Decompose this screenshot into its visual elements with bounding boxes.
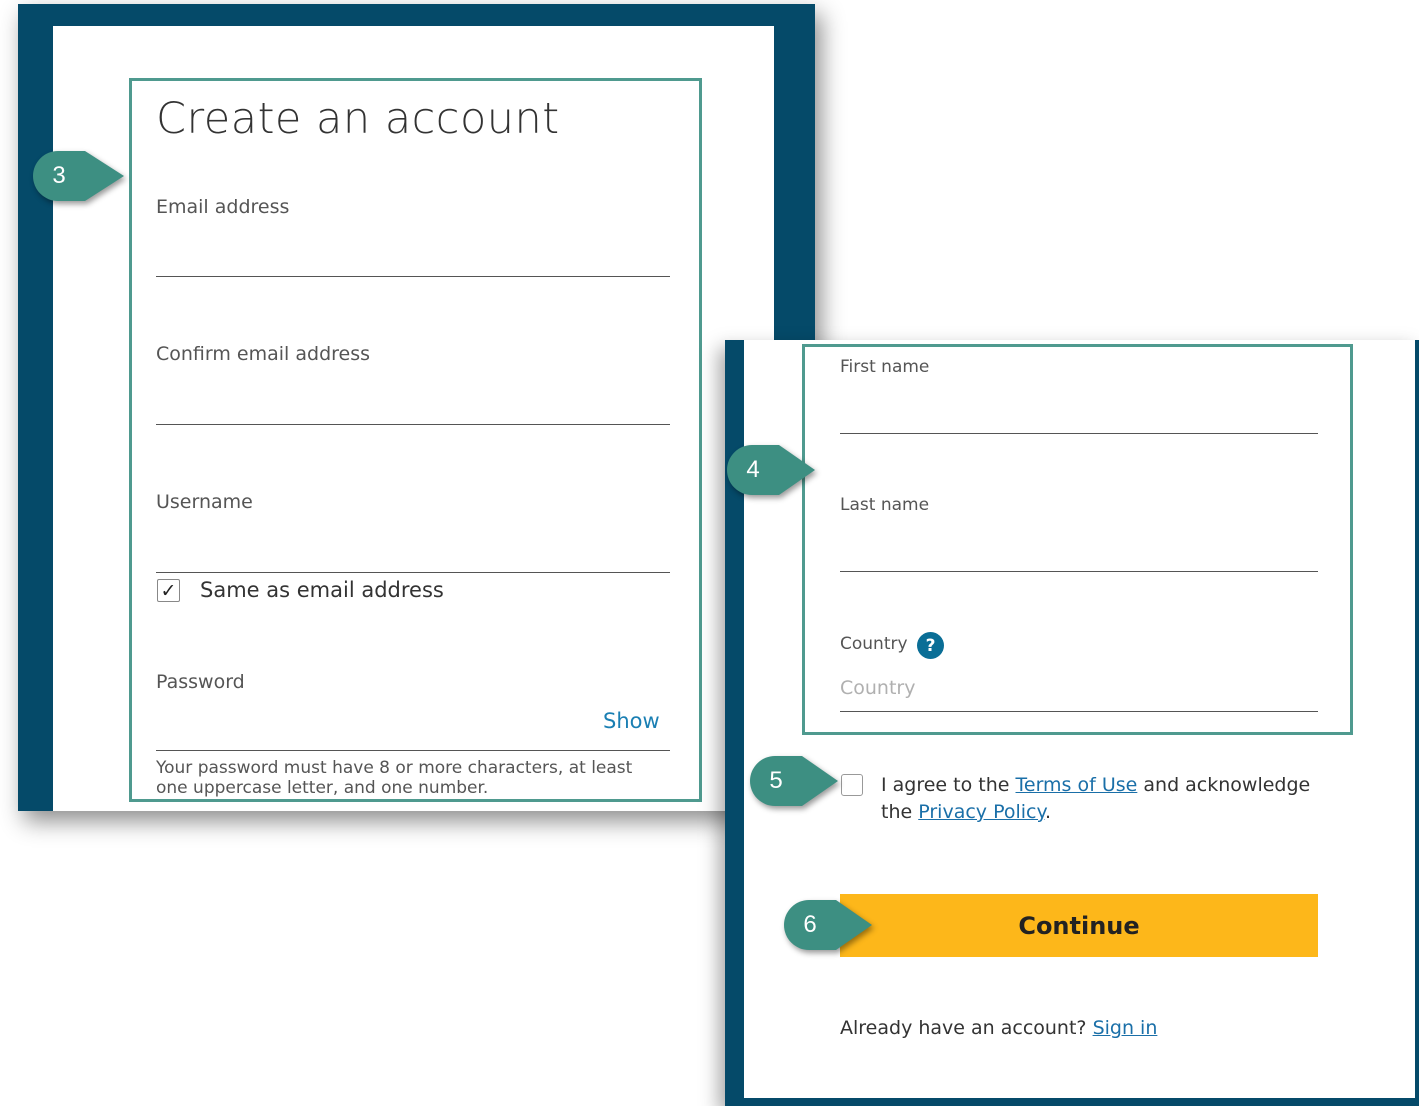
privacy-policy-link[interactable]: Privacy Policy <box>918 801 1045 823</box>
username-underline <box>156 572 670 573</box>
terms-of-use-link[interactable]: Terms of Use <box>1016 774 1138 796</box>
agree-terms-text: I agree to the Terms of Use and acknowle… <box>881 772 1331 826</box>
page-title: Create an account <box>156 94 560 144</box>
password-underline <box>156 750 670 751</box>
confirm-email-label: Confirm email address <box>156 343 371 365</box>
checkmark-icon: ✓ <box>160 579 177 602</box>
agree-text-end: . <box>1045 801 1052 823</box>
same-as-email-label[interactable]: Same as email address <box>200 578 444 602</box>
sign-in-prompt-text: Already have an account? <box>840 1017 1093 1039</box>
country-underline <box>840 711 1318 712</box>
first-name-underline <box>840 433 1318 434</box>
sign-in-link[interactable]: Sign in <box>1093 1017 1158 1039</box>
step-3-callout: 3 <box>33 151 124 201</box>
callout-number: 6 <box>803 911 817 938</box>
username-label: Username <box>156 491 253 513</box>
callout-number: 3 <box>52 162 66 189</box>
help-icon[interactable]: ? <box>917 632 944 659</box>
password-label: Password <box>156 671 245 693</box>
last-name-field[interactable] <box>840 534 1318 568</box>
step-6-callout: 6 <box>784 900 872 950</box>
first-name-label: First name <box>840 357 930 377</box>
first-name-field[interactable] <box>840 396 1318 430</box>
sign-in-prompt: Already have an account? Sign in <box>840 1017 1157 1039</box>
confirm-email-underline <box>156 424 670 425</box>
step-4-callout: 4 <box>727 445 815 495</box>
callout-number: 4 <box>746 456 760 483</box>
last-name-underline <box>840 571 1318 572</box>
continue-button[interactable]: Continue <box>840 894 1318 957</box>
agree-text-start: I agree to the <box>881 774 1016 796</box>
step-5-callout: 5 <box>750 756 838 806</box>
confirm-email-field[interactable] <box>156 386 670 420</box>
email-label: Email address <box>156 196 290 218</box>
username-field[interactable] <box>156 534 670 568</box>
callout-number: 5 <box>769 767 783 794</box>
password-field[interactable] <box>156 712 586 746</box>
email-underline <box>156 276 670 277</box>
email-field[interactable] <box>156 238 670 272</box>
show-password-button[interactable]: Show <box>603 709 660 733</box>
last-name-label: Last name <box>840 495 930 515</box>
country-field[interactable] <box>840 671 1318 705</box>
agree-terms-checkbox[interactable] <box>841 774 863 796</box>
password-hint: Your password must have 8 or more charac… <box>156 758 633 798</box>
highlight-box-step-3 <box>129 78 702 802</box>
same-as-email-checkbox[interactable]: ✓ <box>157 579 180 602</box>
country-label: Country <box>840 634 908 654</box>
